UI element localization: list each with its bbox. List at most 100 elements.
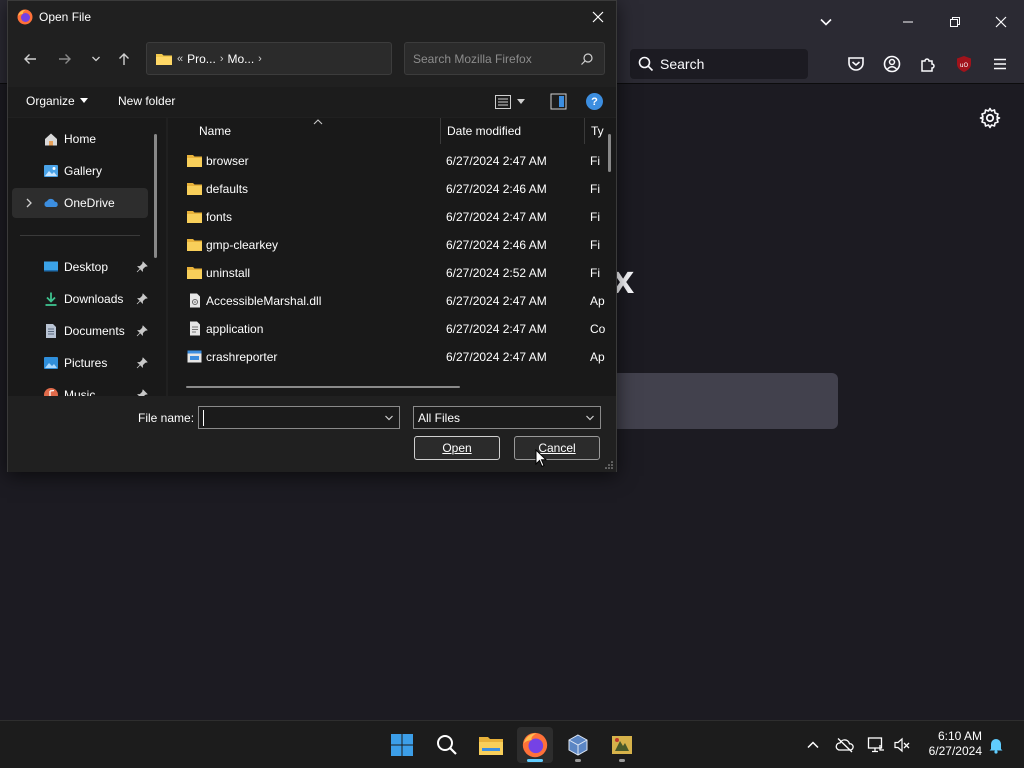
pin-icon bbox=[137, 389, 148, 396]
nav-item-documents[interactable]: Documents bbox=[12, 316, 148, 346]
pin-icon bbox=[136, 325, 148, 337]
open-button[interactable]: Open bbox=[414, 436, 500, 460]
mouse-cursor-icon bbox=[535, 449, 547, 468]
file-type: Fi bbox=[590, 154, 600, 168]
exe-file-icon bbox=[187, 350, 202, 363]
app-menu-button[interactable] bbox=[988, 52, 1012, 76]
nav-item-gallery[interactable]: Gallery bbox=[12, 156, 148, 186]
chevron-down-icon bbox=[92, 56, 100, 62]
virtualbox-taskbar-button[interactable] bbox=[560, 727, 596, 763]
forward-button[interactable] bbox=[53, 47, 77, 71]
list-all-tabs-button[interactable] bbox=[811, 8, 841, 36]
notifications-button[interactable] bbox=[986, 735, 1006, 755]
minimize-icon bbox=[903, 21, 913, 23]
nav-label: Gallery bbox=[64, 164, 103, 178]
file-name-combobox[interactable] bbox=[198, 406, 400, 429]
column-header-type[interactable]: Ty bbox=[591, 124, 604, 138]
ublock-button[interactable]: uO bbox=[952, 52, 976, 76]
overflow-breadcrumb[interactable]: « bbox=[177, 53, 183, 65]
app-taskbar-button[interactable] bbox=[604, 727, 640, 763]
dialog-close-button[interactable] bbox=[586, 5, 610, 29]
file-name: AccessibleMarshal.dll bbox=[206, 294, 322, 308]
cancel-button[interactable]: Cancel bbox=[514, 436, 600, 460]
file-row-uninstall[interactable]: uninstall 6/27/2024 2:52 AM Fi bbox=[168, 259, 608, 287]
preview-pane-icon[interactable] bbox=[550, 93, 567, 110]
config-file-icon bbox=[190, 321, 200, 336]
file-name-input[interactable] bbox=[203, 410, 379, 426]
firefox-taskbar-button[interactable] bbox=[517, 727, 553, 763]
column-header-name[interactable]: Name bbox=[199, 124, 231, 138]
volume-tray-button[interactable] bbox=[892, 735, 912, 755]
address-bar[interactable]: « Pro... › Mo... › bbox=[146, 42, 518, 75]
restore-button[interactable] bbox=[940, 8, 970, 36]
gear-icon[interactable] bbox=[978, 106, 1002, 130]
system-clock[interactable]: 6:10 AM 6/27/2024 bbox=[920, 729, 982, 759]
nav-item-pictures[interactable]: Pictures bbox=[12, 348, 148, 378]
file-list-horizontal-scrollbar[interactable] bbox=[186, 386, 460, 388]
file-row-fonts[interactable]: fonts 6/27/2024 2:47 AM Fi bbox=[168, 203, 608, 231]
organize-label: Organize bbox=[26, 94, 75, 108]
recent-locations-button[interactable] bbox=[84, 47, 108, 71]
command-bar: Organize New folder ? bbox=[8, 87, 616, 117]
file-row-browser[interactable]: browser 6/27/2024 2:47 AM Fi bbox=[168, 147, 608, 175]
column-divider[interactable] bbox=[584, 118, 585, 144]
chevron-right-icon[interactable] bbox=[24, 197, 34, 209]
dll-file-icon bbox=[190, 293, 200, 308]
folder-icon bbox=[187, 183, 202, 195]
column-divider[interactable] bbox=[440, 118, 441, 144]
file-row-crashreporter[interactable]: crashreporter 6/27/2024 2:47 AM Ap bbox=[168, 343, 608, 371]
file-list-vertical-scrollbar[interactable] bbox=[608, 134, 611, 172]
navigation-row: « Pro... › Mo... › bbox=[8, 39, 616, 79]
back-button[interactable] bbox=[18, 47, 42, 71]
bell-icon bbox=[989, 739, 1003, 754]
pocket-button[interactable] bbox=[844, 52, 868, 76]
nav-item-home[interactable]: Home bbox=[12, 124, 148, 154]
caret-down-icon bbox=[79, 98, 88, 103]
firefox-search-bar[interactable]: Search bbox=[630, 49, 808, 79]
nav-label: Desktop bbox=[64, 260, 109, 274]
nav-label: OneDrive bbox=[64, 196, 115, 210]
file-type-select[interactable]: All Files bbox=[413, 406, 601, 429]
organize-button[interactable]: Organize bbox=[26, 94, 88, 108]
chevron-down-icon[interactable] bbox=[384, 413, 394, 423]
file-explorer-button[interactable] bbox=[473, 727, 509, 763]
show-hidden-icons-button[interactable] bbox=[803, 735, 823, 755]
folder-search-input[interactable] bbox=[413, 51, 573, 67]
account-button[interactable] bbox=[880, 52, 904, 76]
nav-item-music[interactable]: Music bbox=[12, 380, 148, 396]
new-folder-button[interactable]: New folder bbox=[118, 94, 175, 108]
help-button[interactable]: ? bbox=[586, 93, 603, 110]
file-type: Ap bbox=[590, 350, 605, 364]
documents-icon bbox=[46, 324, 56, 338]
extensions-button[interactable] bbox=[916, 52, 940, 76]
music-icon bbox=[44, 388, 58, 396]
resize-grip-icon[interactable] bbox=[605, 461, 613, 469]
file-row-defaults[interactable]: defaults 6/27/2024 2:46 AM Fi bbox=[168, 175, 608, 203]
search-button[interactable] bbox=[429, 727, 465, 763]
file-date: 6/27/2024 2:46 AM bbox=[446, 182, 547, 196]
newtab-search-box[interactable] bbox=[612, 373, 838, 429]
column-header-date[interactable]: Date modified bbox=[447, 124, 521, 138]
file-name: gmp-clearkey bbox=[206, 238, 279, 252]
minimize-button[interactable] bbox=[893, 8, 923, 36]
onedrive-tray-button[interactable] bbox=[835, 735, 855, 755]
folder-search-box[interactable] bbox=[404, 42, 605, 75]
change-view-button[interactable] bbox=[495, 94, 531, 110]
network-tray-button[interactable] bbox=[866, 735, 886, 755]
breadcrumb-mozilla-firefox[interactable]: Mo... bbox=[227, 52, 254, 66]
up-button[interactable] bbox=[112, 47, 136, 71]
file-row-gmp-clearkey[interactable]: gmp-clearkey 6/27/2024 2:46 AM Fi bbox=[168, 231, 608, 259]
start-button[interactable] bbox=[384, 727, 420, 763]
nav-item-downloads[interactable]: Downloads bbox=[12, 284, 148, 314]
file-row-application[interactable]: application 6/27/2024 2:47 AM Co bbox=[168, 315, 608, 343]
nav-scrollbar[interactable] bbox=[154, 134, 157, 258]
breadcrumb-program-files[interactable]: Pro... bbox=[187, 52, 216, 66]
sort-ascending-icon bbox=[313, 119, 323, 125]
nav-item-desktop[interactable]: Desktop bbox=[12, 252, 148, 282]
active-indicator bbox=[527, 759, 543, 762]
caret-down-icon bbox=[517, 99, 525, 104]
nav-item-onedrive[interactable]: OneDrive bbox=[12, 188, 148, 218]
window-close-button[interactable] bbox=[986, 8, 1016, 36]
file-row-accessiblemarshal[interactable]: AccessibleMarshal.dll 6/27/2024 2:47 AM … bbox=[168, 287, 608, 315]
file-date: 6/27/2024 2:52 AM bbox=[446, 266, 547, 280]
